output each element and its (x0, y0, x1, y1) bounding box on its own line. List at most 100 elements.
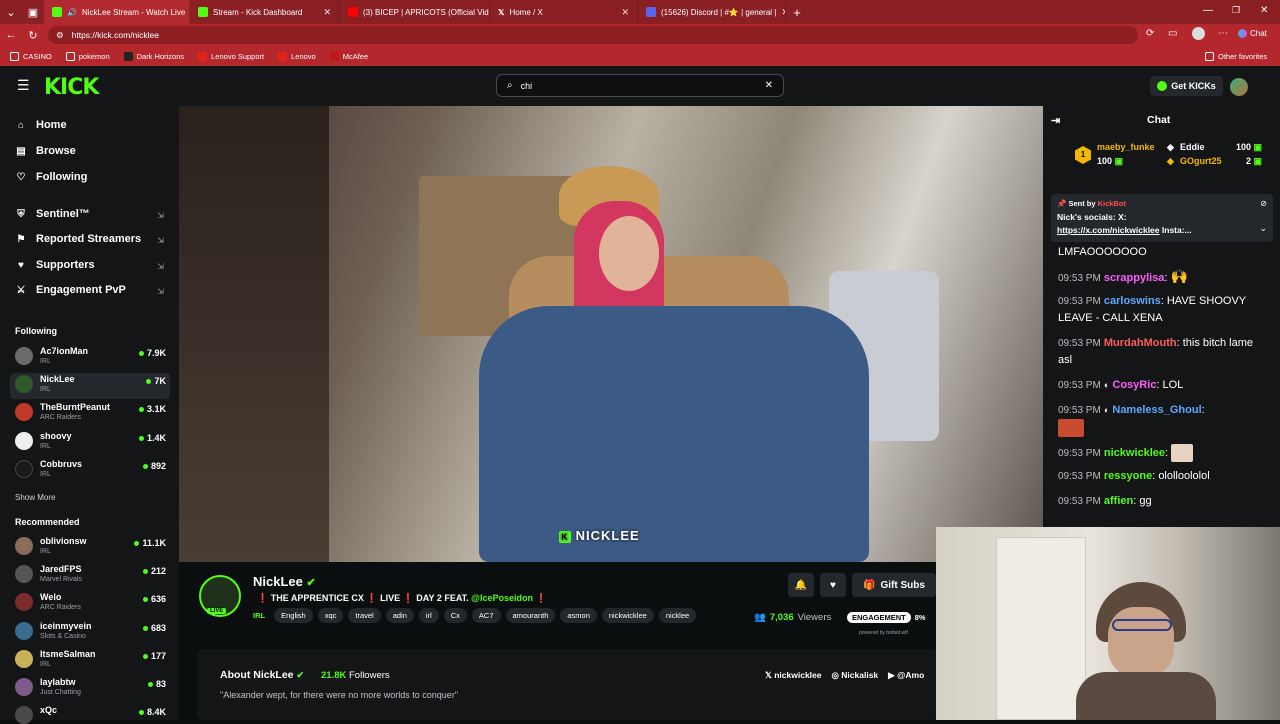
streamer-name-text: NickLee (253, 574, 303, 589)
tag-chip[interactable]: amouranth (505, 608, 556, 623)
gifter-name[interactable]: Eddie (1180, 142, 1205, 152)
nav-supporters[interactable]: ♥ Supporters (15, 259, 95, 271)
tag-chip[interactable]: nickwicklee (601, 608, 654, 623)
bookmark-casino[interactable]: CASINO (10, 51, 52, 61)
social-instagram[interactable]: ◎ Nickalisk (832, 670, 879, 681)
tag-chip[interactable]: adin (385, 608, 414, 623)
social-x[interactable]: 𝕏 nickwicklee (765, 670, 822, 681)
bookmark-lenovo-support[interactable]: Lenovo Support (198, 51, 264, 61)
recommended-channel[interactable]: oblivionsw IRL 11.1K (15, 535, 170, 561)
search-bar[interactable]: ⌕ ✕ (496, 74, 784, 97)
minimize-icon[interactable]: — (1203, 5, 1213, 16)
bookmark-lenovo[interactable]: Lenovo (278, 51, 316, 61)
video-player[interactable]: K NICKLEE (179, 106, 1043, 562)
gifter-name[interactable]: maeby_funke (1097, 142, 1155, 152)
nav-browse[interactable]: ▤ Browse (15, 145, 75, 157)
maximize-icon[interactable]: ❐ (1232, 5, 1240, 16)
tag-chip[interactable]: Cx (443, 608, 467, 623)
category-link[interactable]: IRL (253, 611, 265, 620)
refresh-icon[interactable]: ↻ (22, 29, 44, 42)
tab-menu-icon[interactable]: ⌄ (0, 6, 22, 19)
message-user[interactable]: scrappylisa (1104, 272, 1165, 284)
unpin-icon[interactable]: ⊘ (1260, 199, 1267, 208)
nav-engagement-pvp[interactable]: ⚔ Engagement PvP (15, 284, 126, 296)
site-info-icon[interactable]: ⚙ (56, 30, 64, 41)
workspaces-icon[interactable]: ▣ (22, 6, 44, 19)
user-avatar[interactable] (1230, 78, 1248, 96)
recommended-channel[interactable]: xQc 8.4K (15, 704, 170, 724)
bookmark-dark-horizons[interactable]: Dark Horizons (123, 51, 184, 61)
menu-icon[interactable]: ☰ (17, 77, 30, 94)
followed-channel[interactable]: Ac7ionMan IRL 7.9K (15, 345, 170, 371)
tag-chip[interactable]: asmon (560, 608, 597, 623)
gift-subs-button[interactable]: 🎁 Gift Subs (852, 573, 936, 597)
external-link-icon[interactable]: ⇲ (157, 262, 164, 271)
followed-channel[interactable]: TheBurntPeanut ARC Raiders 3.1K (15, 401, 170, 427)
nav-reported-streamers[interactable]: ⚑ Reported Streamers (15, 233, 142, 245)
social-youtube[interactable]: ▶ @Amo (888, 670, 924, 681)
pinned-link[interactable]: https://x.com/nickwicklee (1057, 225, 1160, 235)
show-more-link[interactable]: Show More (15, 493, 55, 502)
close-tab-icon[interactable]: ✕ (621, 7, 629, 18)
tab-youtube[interactable]: (3) BICEP | APRICOTS (Official Vide ✕ (340, 0, 490, 24)
tab-nicklee[interactable]: 🔊 NickLee Stream - Watch Live ✕ (44, 0, 190, 24)
recommended-channel[interactable]: laylabtw Just Chatting 83 (15, 676, 170, 702)
kick-logo[interactable]: KICK (44, 75, 99, 100)
message-user[interactable]: MurdahMouth (1104, 337, 1177, 349)
external-link-icon[interactable]: ⇲ (157, 287, 164, 296)
tab-kick-dashboard[interactable]: Stream - Kick Dashboard ✕ (190, 0, 340, 24)
pinned-message[interactable]: 📌 Sent by KickBot ⊘ Nick's socials: X: h… (1051, 194, 1273, 242)
tab-x[interactable]: 𝕏 Home / X ✕ (490, 0, 638, 24)
gifter-name[interactable]: GOgurt25 (1180, 156, 1222, 166)
message-user[interactable]: CosyRic (1112, 379, 1156, 391)
tag-chip[interactable]: travel (348, 608, 381, 623)
tab-discord[interactable]: (15626) Discord | #⭐ | general | ✕ (638, 0, 786, 24)
nav-home[interactable]: ⌂ Home (15, 119, 67, 131)
close-tab-icon[interactable]: ✕ (323, 7, 331, 18)
other-favorites[interactable]: Other favorites (1205, 52, 1267, 61)
live-dot-icon (142, 596, 148, 602)
get-kicks-button[interactable]: Get KICKs (1150, 76, 1223, 96)
new-tab-icon[interactable]: + (786, 5, 808, 20)
url-field[interactable]: ⚙ https://kick.com/nicklee (48, 26, 1138, 44)
tag-chip[interactable]: xqc (317, 608, 344, 623)
profile-avatar[interactable] (1192, 27, 1205, 40)
followed-channel[interactable]: shoovy IRL 1.4K (15, 430, 170, 456)
recommended-channel[interactable]: Welo ARC Raiders 636 (15, 591, 170, 617)
message-user[interactable]: Nameless_Ghoul (1112, 404, 1201, 416)
streamer-name[interactable]: NickLee ✔ (253, 574, 316, 589)
message-user[interactable]: affien (1104, 495, 1133, 507)
clear-search-icon[interactable]: ✕ (765, 80, 773, 91)
copilot-chat-button[interactable]: Chat (1238, 29, 1267, 38)
message-user[interactable]: nickwicklee (1104, 447, 1165, 459)
tag-chip[interactable]: irl (418, 608, 439, 623)
back-icon[interactable]: ← (0, 29, 22, 41)
recommended-channel[interactable]: ItsmeSalman IRL 177 (15, 648, 170, 674)
follow-button[interactable]: ♥ (820, 573, 846, 597)
search-input[interactable] (520, 80, 741, 91)
message-user[interactable]: carloswins (1104, 295, 1161, 307)
nav-sentinel[interactable]: ⛨ Sentinel™ (15, 208, 90, 220)
tag-chip[interactable]: English (274, 608, 313, 623)
viewer-count: 892 (142, 461, 166, 471)
message-user[interactable]: ressyone (1104, 470, 1152, 482)
tag-chip[interactable]: AC7 (471, 608, 501, 623)
external-link-icon[interactable]: ⇲ (157, 211, 164, 220)
extensions-icon[interactable]: ⟳ (1146, 28, 1154, 39)
more-menu-icon[interactable]: ⋯ (1218, 28, 1228, 39)
recommended-channel[interactable]: iceinmyvein Slots & Casino 683 (15, 620, 170, 646)
stream-title-mention[interactable]: @IcePoseidon (471, 593, 533, 603)
bookmark-mcafee[interactable]: McAfee (329, 51, 368, 61)
split-screen-icon[interactable]: ▭ (1168, 28, 1177, 39)
external-link-icon[interactable]: ⇲ (157, 236, 164, 245)
collapse-chat-icon[interactable]: ⇥ (1051, 114, 1060, 127)
recommended-channel[interactable]: JaredFPS Marvel Rivals 212 (15, 563, 170, 589)
nav-following[interactable]: ♡ Following (15, 171, 88, 183)
close-window-icon[interactable]: ✕ (1260, 5, 1268, 16)
notification-button[interactable]: 🔔 (788, 573, 814, 597)
chevron-down-icon[interactable]: ⌄ (1259, 223, 1267, 234)
followed-channel[interactable]: Cobbruvs IRL 892 (15, 458, 170, 484)
bookmark-pokemon[interactable]: pokemon (65, 51, 110, 61)
followed-channel-active[interactable]: NickLee IRL 7K (10, 373, 170, 399)
tag-chip[interactable]: nicklee (658, 608, 697, 623)
